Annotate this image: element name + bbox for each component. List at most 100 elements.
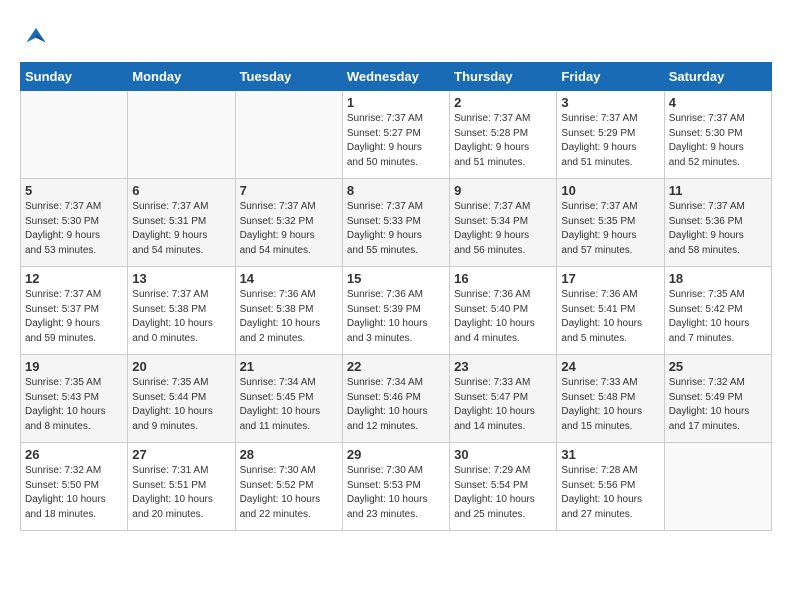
day-number: 18 bbox=[669, 271, 767, 286]
day-info: Sunrise: 7:37 AM Sunset: 5:34 PM Dayligh… bbox=[454, 200, 552, 258]
weekday-header-friday: Friday bbox=[557, 63, 664, 91]
day-info: Sunrise: 7:37 AM Sunset: 5:38 PM Dayligh… bbox=[132, 288, 230, 346]
calendar-cell: 27 Sunrise: 7:31 AM Sunset: 5:51 PM Dayli… bbox=[128, 443, 235, 531]
weekday-header-saturday: Saturday bbox=[664, 63, 771, 91]
calendar-cell bbox=[128, 91, 235, 179]
day-number: 16 bbox=[454, 271, 552, 286]
day-number: 3 bbox=[561, 95, 659, 110]
calendar-cell: 22 Sunrise: 7:34 AM Sunset: 5:46 PM Dayli… bbox=[342, 355, 449, 443]
day-info: Sunrise: 7:37 AM Sunset: 5:30 PM Dayligh… bbox=[25, 200, 123, 258]
weekday-header-sunday: Sunday bbox=[21, 63, 128, 91]
calendar-cell: 21 Sunrise: 7:34 AM Sunset: 5:45 PM Dayli… bbox=[235, 355, 342, 443]
calendar-cell bbox=[664, 443, 771, 531]
calendar-cell: 11 Sunrise: 7:37 AM Sunset: 5:36 PM Dayli… bbox=[664, 179, 771, 267]
day-info: Sunrise: 7:35 AM Sunset: 5:43 PM Dayligh… bbox=[25, 376, 123, 434]
day-info: Sunrise: 7:37 AM Sunset: 5:36 PM Dayligh… bbox=[669, 200, 767, 258]
calendar-cell: 5Sunrise: 7:37 AM Sunset: 5:30 PM Daylig… bbox=[21, 179, 128, 267]
day-info: Sunrise: 7:35 AM Sunset: 5:42 PM Dayligh… bbox=[669, 288, 767, 346]
calendar-cell: 10 Sunrise: 7:37 AM Sunset: 5:35 PM Dayli… bbox=[557, 179, 664, 267]
day-number: 11 bbox=[669, 183, 767, 198]
day-number: 6 bbox=[132, 183, 230, 198]
day-info: Sunrise: 7:36 AM Sunset: 5:39 PM Dayligh… bbox=[347, 288, 445, 346]
day-info: Sunrise: 7:32 AM Sunset: 5:49 PM Dayligh… bbox=[669, 376, 767, 434]
logo-icon bbox=[20, 20, 52, 52]
day-info: Sunrise: 7:37 AM Sunset: 5:27 PM Dayligh… bbox=[347, 112, 445, 170]
day-info: Sunrise: 7:35 AM Sunset: 5:44 PM Dayligh… bbox=[132, 376, 230, 434]
calendar-cell: 2 Sunrise: 7:37 AM Sunset: 5:28 PM Daylig… bbox=[450, 91, 557, 179]
day-number: 31 bbox=[561, 447, 659, 462]
day-number: 4 bbox=[669, 95, 767, 110]
weekday-header-wednesday: Wednesday bbox=[342, 63, 449, 91]
weekday-header-thursday: Thursday bbox=[450, 63, 557, 91]
calendar-cell: 29 Sunrise: 7:30 AM Sunset: 5:53 PM Dayli… bbox=[342, 443, 449, 531]
calendar-cell: 13 Sunrise: 7:37 AM Sunset: 5:38 PM Dayli… bbox=[128, 267, 235, 355]
calendar-cell: 18 Sunrise: 7:35 AM Sunset: 5:42 PM Dayli… bbox=[664, 267, 771, 355]
day-info: Sunrise: 7:37 AM Sunset: 5:33 PM Dayligh… bbox=[347, 200, 445, 258]
day-number: 2 bbox=[454, 95, 552, 110]
calendar-cell: 4Sunrise: 7:37 AM Sunset: 5:30 PM Daylig… bbox=[664, 91, 771, 179]
calendar-cell: 1 Sunrise: 7:37 AM Sunset: 5:27 PM Daylig… bbox=[342, 91, 449, 179]
calendar-cell: 25Sunrise: 7:32 AM Sunset: 5:49 PM Dayli… bbox=[664, 355, 771, 443]
calendar-cell: 12Sunrise: 7:37 AM Sunset: 5:37 PM Dayli… bbox=[21, 267, 128, 355]
day-info: Sunrise: 7:28 AM Sunset: 5:56 PM Dayligh… bbox=[561, 464, 659, 522]
day-info: Sunrise: 7:36 AM Sunset: 5:38 PM Dayligh… bbox=[240, 288, 338, 346]
calendar-cell: 24Sunrise: 7:33 AM Sunset: 5:48 PM Dayli… bbox=[557, 355, 664, 443]
calendar-cell: 19 Sunrise: 7:35 AM Sunset: 5:43 PM Dayli… bbox=[21, 355, 128, 443]
calendar-cell: 6 Sunrise: 7:37 AM Sunset: 5:31 PM Daylig… bbox=[128, 179, 235, 267]
weekday-header-monday: Monday bbox=[128, 63, 235, 91]
calendar-cell: 3 Sunrise: 7:37 AM Sunset: 5:29 PM Daylig… bbox=[557, 91, 664, 179]
day-number: 15 bbox=[347, 271, 445, 286]
day-number: 9 bbox=[454, 183, 552, 198]
day-number: 28 bbox=[240, 447, 338, 462]
day-info: Sunrise: 7:31 AM Sunset: 5:51 PM Dayligh… bbox=[132, 464, 230, 522]
day-info: Sunrise: 7:37 AM Sunset: 5:32 PM Dayligh… bbox=[240, 200, 338, 258]
calendar-cell bbox=[21, 91, 128, 179]
calendar-cell: 23Sunrise: 7:33 AM Sunset: 5:47 PM Dayli… bbox=[450, 355, 557, 443]
day-info: Sunrise: 7:30 AM Sunset: 5:53 PM Dayligh… bbox=[347, 464, 445, 522]
calendar-week-row: 12Sunrise: 7:37 AM Sunset: 5:37 PM Dayli… bbox=[21, 267, 772, 355]
calendar-cell: 7Sunrise: 7:37 AM Sunset: 5:32 PM Daylig… bbox=[235, 179, 342, 267]
day-info: Sunrise: 7:32 AM Sunset: 5:50 PM Dayligh… bbox=[25, 464, 123, 522]
day-info: Sunrise: 7:37 AM Sunset: 5:37 PM Dayligh… bbox=[25, 288, 123, 346]
day-info: Sunrise: 7:37 AM Sunset: 5:31 PM Dayligh… bbox=[132, 200, 230, 258]
day-number: 27 bbox=[132, 447, 230, 462]
day-number: 10 bbox=[561, 183, 659, 198]
day-number: 13 bbox=[132, 271, 230, 286]
calendar-cell: 30 Sunrise: 7:29 AM Sunset: 5:54 PM Dayli… bbox=[450, 443, 557, 531]
calendar-cell: 17Sunrise: 7:36 AM Sunset: 5:41 PM Dayli… bbox=[557, 267, 664, 355]
day-number: 20 bbox=[132, 359, 230, 374]
day-number: 8 bbox=[347, 183, 445, 198]
day-info: Sunrise: 7:34 AM Sunset: 5:46 PM Dayligh… bbox=[347, 376, 445, 434]
calendar-week-row: 5Sunrise: 7:37 AM Sunset: 5:30 PM Daylig… bbox=[21, 179, 772, 267]
day-info: Sunrise: 7:37 AM Sunset: 5:28 PM Dayligh… bbox=[454, 112, 552, 170]
calendar-cell: 9 Sunrise: 7:37 AM Sunset: 5:34 PM Daylig… bbox=[450, 179, 557, 267]
calendar-table: SundayMondayTuesdayWednesdayThursdayFrid… bbox=[20, 62, 772, 531]
day-info: Sunrise: 7:37 AM Sunset: 5:35 PM Dayligh… bbox=[561, 200, 659, 258]
day-number: 29 bbox=[347, 447, 445, 462]
calendar-cell: 31 Sunrise: 7:28 AM Sunset: 5:56 PM Dayli… bbox=[557, 443, 664, 531]
day-info: Sunrise: 7:33 AM Sunset: 5:47 PM Dayligh… bbox=[454, 376, 552, 434]
calendar-cell: 14 Sunrise: 7:36 AM Sunset: 5:38 PM Dayli… bbox=[235, 267, 342, 355]
calendar-cell: 16 Sunrise: 7:36 AM Sunset: 5:40 PM Dayli… bbox=[450, 267, 557, 355]
day-number: 14 bbox=[240, 271, 338, 286]
day-number: 17 bbox=[561, 271, 659, 286]
day-number: 1 bbox=[347, 95, 445, 110]
day-info: Sunrise: 7:33 AM Sunset: 5:48 PM Dayligh… bbox=[561, 376, 659, 434]
calendar-cell: 8 Sunrise: 7:37 AM Sunset: 5:33 PM Daylig… bbox=[342, 179, 449, 267]
calendar-cell: 20 Sunrise: 7:35 AM Sunset: 5:44 PM Dayli… bbox=[128, 355, 235, 443]
day-info: Sunrise: 7:34 AM Sunset: 5:45 PM Dayligh… bbox=[240, 376, 338, 434]
page-header bbox=[20, 20, 772, 52]
day-info: Sunrise: 7:30 AM Sunset: 5:52 PM Dayligh… bbox=[240, 464, 338, 522]
day-number: 19 bbox=[25, 359, 123, 374]
day-number: 21 bbox=[240, 359, 338, 374]
calendar-header-row: SundayMondayTuesdayWednesdayThursdayFrid… bbox=[21, 63, 772, 91]
calendar-cell: 15 Sunrise: 7:36 AM Sunset: 5:39 PM Dayli… bbox=[342, 267, 449, 355]
calendar-cell: 26Sunrise: 7:32 AM Sunset: 5:50 PM Dayli… bbox=[21, 443, 128, 531]
day-number: 22 bbox=[347, 359, 445, 374]
calendar-week-row: 19 Sunrise: 7:35 AM Sunset: 5:43 PM Dayli… bbox=[21, 355, 772, 443]
day-number: 30 bbox=[454, 447, 552, 462]
calendar-cell: 28 Sunrise: 7:30 AM Sunset: 5:52 PM Dayli… bbox=[235, 443, 342, 531]
day-info: Sunrise: 7:29 AM Sunset: 5:54 PM Dayligh… bbox=[454, 464, 552, 522]
day-info: Sunrise: 7:36 AM Sunset: 5:40 PM Dayligh… bbox=[454, 288, 552, 346]
day-info: Sunrise: 7:37 AM Sunset: 5:29 PM Dayligh… bbox=[561, 112, 659, 170]
